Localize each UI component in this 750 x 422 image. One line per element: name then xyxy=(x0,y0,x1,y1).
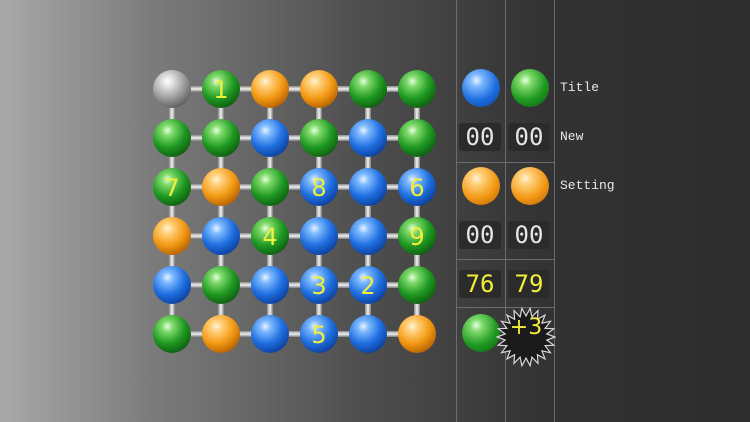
board-ball-r5-c1[interactable] xyxy=(153,266,191,304)
board-ball-r3-c5[interactable] xyxy=(349,168,387,206)
orange-ball-right-icon xyxy=(511,167,549,205)
orange-ball-left-icon xyxy=(462,167,500,205)
board-ball-r1-c4[interactable] xyxy=(300,70,338,108)
ball-number: 8 xyxy=(311,174,326,202)
sidebar-divider-left xyxy=(456,0,457,422)
ball-number: 2 xyxy=(360,272,375,300)
board-ball-r2-c1[interactable] xyxy=(153,119,191,157)
board-ball-r4-c2[interactable] xyxy=(202,217,240,255)
board-ball-r4-c3[interactable]: 4 xyxy=(251,217,289,255)
board-ball-r1-c6[interactable] xyxy=(398,70,436,108)
board-ball-r4-c6[interactable]: 9 xyxy=(398,217,436,255)
ball-number: 3 xyxy=(311,272,326,300)
board-ball-r3-c4[interactable]: 8 xyxy=(300,168,338,206)
ball-number: 6 xyxy=(409,174,424,202)
board-ball-r1-c2[interactable]: 1 xyxy=(202,70,240,108)
sidebar-separator-2 xyxy=(456,259,554,260)
player2-score-a: 00 xyxy=(508,123,550,151)
player1-score-b: 00 xyxy=(459,221,501,249)
player1-score-a: 00 xyxy=(459,123,501,151)
menu-title-button[interactable]: Title xyxy=(560,80,599,95)
next-ball-icon xyxy=(462,314,500,352)
ball-number: 4 xyxy=(262,223,277,251)
player2-total: 79 xyxy=(508,270,550,298)
board-ball-r6-c3[interactable] xyxy=(251,315,289,353)
board-ball-r3-c1[interactable]: 7 xyxy=(153,168,191,206)
board-ball-r4-c4[interactable] xyxy=(300,217,338,255)
board-ball-r2-c3[interactable] xyxy=(251,119,289,157)
board-ball-r1-c3[interactable] xyxy=(251,70,289,108)
board-ball-r5-c4[interactable]: 3 xyxy=(300,266,338,304)
board-ball-r3-c2[interactable] xyxy=(202,168,240,206)
board-ball-r6-c1[interactable] xyxy=(153,315,191,353)
board-ball-r5-c2[interactable] xyxy=(202,266,240,304)
board-ball-r5-c3[interactable] xyxy=(251,266,289,304)
board-ball-r4-c1[interactable] xyxy=(153,217,191,255)
board-ball-r2-c5[interactable] xyxy=(349,119,387,157)
board-ball-r6-c4[interactable]: 5 xyxy=(300,315,338,353)
board-ball-r6-c6[interactable] xyxy=(398,315,436,353)
ball-number: 9 xyxy=(409,223,424,251)
board-ball-r2-c6[interactable] xyxy=(398,119,436,157)
player1-total: 76 xyxy=(459,270,501,298)
board-ball-r2-c2[interactable] xyxy=(202,119,240,157)
board-ball-r5-c5[interactable]: 2 xyxy=(349,266,387,304)
menu-new-button[interactable]: New xyxy=(560,129,583,144)
ball-number: 1 xyxy=(213,76,228,104)
ball-number: 5 xyxy=(311,321,326,349)
board-ball-r4-c5[interactable] xyxy=(349,217,387,255)
board-ball-r6-c5[interactable] xyxy=(349,315,387,353)
ball-number: 7 xyxy=(164,174,179,202)
player2-ball-icon xyxy=(511,69,549,107)
board-ball-r1-c5[interactable] xyxy=(349,70,387,108)
board-ball-r3-c6[interactable]: 6 xyxy=(398,168,436,206)
player1-ball-icon xyxy=(462,69,500,107)
player2-score-b: 00 xyxy=(508,221,550,249)
sidebar-separator-1 xyxy=(456,162,554,163)
board-ball-r2-c4[interactable] xyxy=(300,119,338,157)
board-ball-r5-c6[interactable] xyxy=(398,266,436,304)
board-ball-r3-c3[interactable] xyxy=(251,168,289,206)
board-ball-r1-c1[interactable] xyxy=(153,70,191,108)
bonus-label: +3 xyxy=(509,315,543,340)
menu-setting-button[interactable]: Setting xyxy=(560,178,615,193)
game-board[interactable]: 1 7 8 6 4 9 3 2 5 xyxy=(0,0,750,422)
board-ball-r6-c2[interactable] xyxy=(202,315,240,353)
